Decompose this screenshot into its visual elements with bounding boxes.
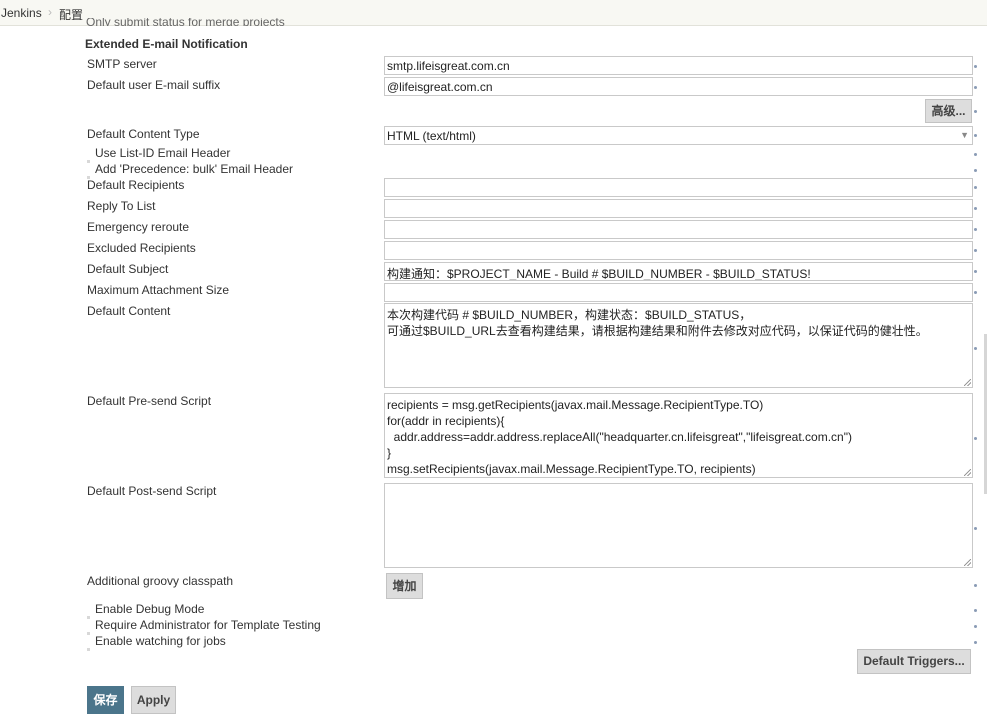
presend-label: Default Pre-send Script xyxy=(87,394,212,408)
resize-handle-icon[interactable] xyxy=(964,379,971,386)
content-line: 本次构建代码 # $BUILD_NUMBER，构建状态：$BUILD_STATU… xyxy=(387,308,752,322)
code-line: } xyxy=(387,446,392,460)
subject-label: Default Subject xyxy=(87,262,169,276)
help-icon[interactable] xyxy=(974,641,977,644)
code-line: msg.setRecipients(javax.mail.Message.Rec… xyxy=(387,462,756,476)
emergency-input[interactable] xyxy=(384,220,973,239)
reply-to-input[interactable] xyxy=(384,199,973,218)
help-icon[interactable] xyxy=(974,134,977,137)
recipients-input[interactable] xyxy=(384,178,973,197)
content-textarea[interactable]: 本次构建代码 # $BUILD_NUMBER，构建状态：$BUILD_STATU… xyxy=(384,303,973,388)
subject-input[interactable]: 构建通知：$PROJECT_NAME - Build # $BUILD_NUMB… xyxy=(384,262,973,281)
list-id-checkbox[interactable]: Use List-ID Email Header xyxy=(87,146,230,163)
breadcrumb-separator-icon: › xyxy=(48,5,52,19)
debug-label: Enable Debug Mode xyxy=(95,602,205,616)
recipients-label: Default Recipients xyxy=(87,178,185,192)
postsend-label: Default Post-send Script xyxy=(87,484,217,498)
add-classpath-button[interactable]: 增加 xyxy=(386,573,423,599)
checkbox-icon xyxy=(87,648,90,651)
help-icon[interactable] xyxy=(974,153,977,156)
excluded-input[interactable] xyxy=(384,241,973,260)
help-icon[interactable] xyxy=(974,207,977,210)
require-admin-label: Require Administrator for Template Testi… xyxy=(95,618,321,632)
watching-label: Enable watching for jobs xyxy=(95,634,226,648)
code-line: recipients = msg.getRecipients(javax.mai… xyxy=(387,398,764,412)
clipped-option-label: Only submit status for merge projects xyxy=(86,18,285,26)
breadcrumb-configure: 配置 xyxy=(59,8,84,22)
help-icon[interactable] xyxy=(974,527,977,530)
max-attach-input[interactable] xyxy=(384,283,973,302)
resize-handle-icon[interactable] xyxy=(964,559,971,566)
help-icon[interactable] xyxy=(974,347,977,350)
max-attach-label: Maximum Attachment Size xyxy=(87,283,230,297)
help-icon[interactable] xyxy=(974,86,977,89)
help-icon[interactable] xyxy=(974,625,977,628)
precedence-checkbox[interactable]: Add 'Precedence: bulk' Email Header xyxy=(87,162,293,179)
content-label: Default Content xyxy=(87,304,171,318)
section-title: Extended E-mail Notification xyxy=(85,37,248,51)
reply-to-label: Reply To List xyxy=(87,199,156,213)
content-type-select[interactable]: HTML (text/html) ▼ xyxy=(384,126,973,145)
postsend-textarea[interactable] xyxy=(384,483,973,568)
help-icon[interactable] xyxy=(974,169,977,172)
code-line: for(addr in recipients){ xyxy=(387,414,505,428)
help-icon[interactable] xyxy=(974,249,977,252)
debug-checkbox[interactable]: Enable Debug Mode xyxy=(87,602,204,619)
help-icon[interactable] xyxy=(974,228,977,231)
breadcrumb-jenkins-link[interactable]: Jenkins xyxy=(1,6,42,20)
help-icon[interactable] xyxy=(974,291,977,294)
help-icon[interactable] xyxy=(974,110,977,113)
watching-checkbox[interactable]: Enable watching for jobs xyxy=(87,634,226,651)
smtp-server-label: SMTP server xyxy=(87,57,157,71)
default-triggers-button[interactable]: Default Triggers... xyxy=(857,649,971,674)
help-icon[interactable] xyxy=(974,186,977,189)
require-admin-checkbox[interactable]: Require Administrator for Template Testi… xyxy=(87,618,321,635)
help-icon[interactable] xyxy=(974,584,977,587)
presend-textarea[interactable]: recipients = msg.getRecipients(javax.mai… xyxy=(384,393,973,478)
content-line: 可通过$BUILD_URL去查看构建结果，请根据构建结果和附件去修改对应代码，以… xyxy=(387,324,928,338)
smtp-server-input[interactable]: smtp.lifeisgreat.com.cn xyxy=(384,56,973,75)
help-icon[interactable] xyxy=(974,609,977,612)
classpath-label: Additional groovy classpath xyxy=(87,574,234,588)
content-type-value: HTML (text/html) xyxy=(387,129,476,143)
dropdown-arrow-icon: ▼ xyxy=(960,130,969,140)
email-suffix-label: Default user E-mail suffix xyxy=(87,78,221,92)
excluded-label: Excluded Recipients xyxy=(87,241,196,255)
help-icon[interactable] xyxy=(974,270,977,273)
apply-button[interactable]: Apply xyxy=(131,686,176,714)
emergency-label: Emergency reroute xyxy=(87,220,190,234)
content-type-label: Default Content Type xyxy=(87,127,200,141)
email-suffix-input[interactable]: @lifeisgreat.com.cn xyxy=(384,77,973,96)
advanced-button[interactable]: 高级... xyxy=(925,99,972,123)
help-icon[interactable] xyxy=(974,65,977,68)
code-line: addr.address=addr.address.replaceAll("he… xyxy=(387,430,852,444)
list-id-label: Use List-ID Email Header xyxy=(95,146,231,160)
resize-handle-icon[interactable] xyxy=(964,469,971,476)
help-icon[interactable] xyxy=(974,437,977,440)
save-button[interactable]: 保存 xyxy=(87,686,124,714)
precedence-label: Add 'Precedence: bulk' Email Header xyxy=(95,162,294,176)
